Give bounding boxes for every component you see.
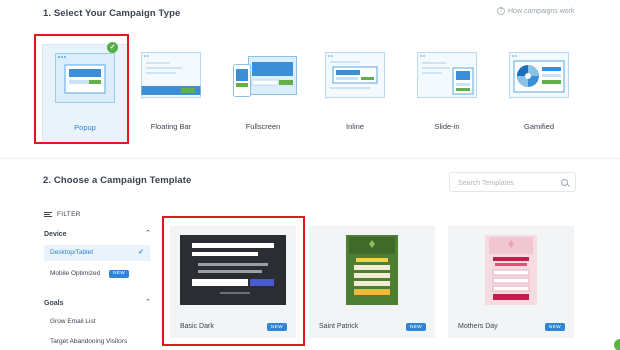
goals-group-title: Goals bbox=[44, 300, 64, 307]
highlight-box-popup bbox=[34, 34, 129, 144]
template-card-mothers-day[interactable]: Mothers Day NEW bbox=[448, 226, 574, 338]
chevron-up-icon[interactable]: ⌃ bbox=[145, 229, 151, 237]
device-option-label: Mobile Optimized bbox=[50, 270, 101, 277]
new-badge: NEW bbox=[109, 269, 130, 278]
device-group-title: Device bbox=[44, 231, 67, 238]
template-name: Saint Patrick bbox=[319, 323, 359, 330]
gamified-illustration-icon bbox=[509, 52, 569, 98]
search-icon bbox=[561, 179, 568, 186]
campaign-type-label: Fullscreen bbox=[245, 122, 281, 131]
fullscreen-illustration-icon bbox=[233, 56, 297, 97]
mothers-day-preview-icon bbox=[485, 235, 537, 305]
campaign-type-label: Slide-in bbox=[434, 122, 460, 131]
help-icon: ? bbox=[497, 7, 505, 15]
goal-option-grow-email-list[interactable]: Grow Email List bbox=[50, 318, 96, 325]
campaign-type-slide-in[interactable]: Slide-in bbox=[404, 44, 490, 144]
new-badge: NEW bbox=[544, 323, 565, 331]
campaign-type-fullscreen[interactable]: Fullscreen bbox=[220, 44, 306, 144]
search-templates-input[interactable]: Search Templates bbox=[449, 172, 576, 192]
campaign-type-label: Gamified bbox=[523, 122, 554, 131]
section-title-template: 2. Choose a Campaign Template bbox=[43, 175, 192, 186]
goal-option-label: Grow Email List bbox=[50, 318, 96, 325]
template-name: Mothers Day bbox=[458, 323, 498, 330]
campaign-type-label: Inline bbox=[346, 122, 364, 131]
section-title-campaign-type: 1. Select Your Campaign Type bbox=[43, 8, 181, 19]
floating-bar-illustration-icon bbox=[141, 52, 201, 98]
search-placeholder: Search Templates bbox=[458, 180, 514, 187]
goal-option-target-abandoning[interactable]: Target Abandoning Visitors bbox=[50, 338, 127, 345]
campaign-type-label: Floating Bar bbox=[150, 122, 192, 131]
device-option-label: Desktop/Tablet bbox=[50, 249, 93, 256]
how-campaigns-work-link[interactable]: ? How campaigns work bbox=[497, 7, 575, 15]
device-option-desktop-tablet[interactable]: Desktop/Tablet ✓ bbox=[44, 245, 150, 261]
filter-toggle[interactable]: FILTER bbox=[44, 211, 81, 218]
chevron-up-icon[interactable]: ⌃ bbox=[145, 298, 151, 306]
campaign-type-floating-bar[interactable]: Floating Bar bbox=[128, 44, 214, 144]
campaign-type-gamified[interactable]: Gamified bbox=[496, 44, 582, 144]
filter-label: FILTER bbox=[57, 211, 81, 218]
help-link-label: How campaigns work bbox=[508, 7, 575, 15]
slide-in-illustration-icon bbox=[417, 52, 477, 98]
highlight-box-basic-dark bbox=[162, 216, 305, 346]
new-badge: NEW bbox=[405, 323, 426, 331]
campaign-type-inline[interactable]: Inline bbox=[312, 44, 398, 144]
section-divider bbox=[0, 158, 620, 159]
device-option-mobile-optimized[interactable]: Mobile Optimized NEW bbox=[50, 269, 130, 279]
inline-illustration-icon bbox=[325, 52, 385, 98]
goal-option-label: Target Abandoning Visitors bbox=[50, 338, 128, 345]
chat-widget-icon[interactable] bbox=[614, 339, 620, 350]
check-icon: ✓ bbox=[138, 249, 144, 256]
saint-patrick-preview-icon bbox=[346, 235, 398, 305]
filter-icon bbox=[44, 211, 52, 218]
template-card-saint-patrick[interactable]: Saint Patrick NEW bbox=[309, 226, 435, 338]
